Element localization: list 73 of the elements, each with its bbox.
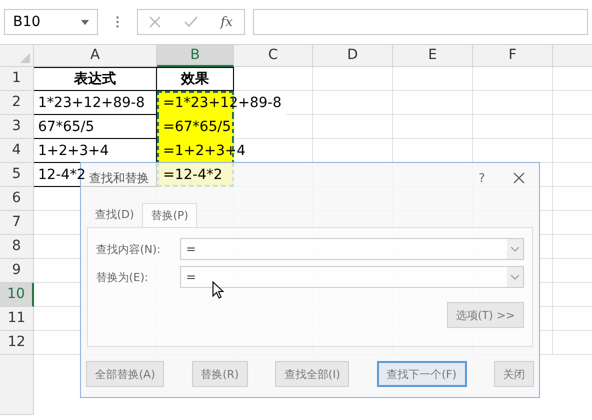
column-header[interactable]: A (34, 45, 157, 67)
dialog-tab[interactable]: 替换(P) (142, 203, 198, 227)
cell-text: 12-4*2 (38, 166, 86, 184)
more-options-icon[interactable] (116, 16, 119, 28)
table-cell[interactable]: =67*65/5 (157, 115, 235, 139)
table-cell[interactable] (393, 115, 473, 139)
row-header[interactable]: 5 (0, 163, 34, 187)
table-cell[interactable] (393, 67, 473, 91)
cell-text: 表达式 (74, 70, 116, 89)
name-box[interactable]: B10 (4, 9, 98, 35)
cell-text: 1+2+3+4 (38, 142, 109, 160)
cell-text: 1*23+12+89-8 (38, 94, 145, 112)
dialog-button[interactable]: 查找全部(I) (275, 361, 350, 387)
cell-text: =67*65/5 (163, 118, 231, 137)
column-header[interactable]: D (313, 45, 393, 67)
row-header[interactable]: 4 (0, 139, 34, 163)
dialog-button[interactable]: 替换(R) (192, 361, 248, 387)
table-cell[interactable] (286, 91, 313, 115)
input-field[interactable]: = (180, 238, 524, 260)
column-header[interactable]: E (393, 45, 473, 67)
cell-text: =12-4*2 (163, 166, 222, 185)
formula-input[interactable] (253, 9, 588, 35)
dropdown-caret-icon (81, 20, 89, 24)
row-header[interactable]: 10 (0, 283, 34, 307)
dialog-title: 查找和替换 (89, 170, 149, 186)
chevron-down-icon (511, 246, 519, 252)
row-header[interactable]: 12 (0, 331, 34, 355)
help-button[interactable]: ? (478, 171, 485, 185)
chevron-down-icon (511, 274, 519, 280)
input-field[interactable]: = (180, 266, 524, 288)
table-cell[interactable] (313, 91, 393, 115)
row-header[interactable]: 6 (0, 187, 34, 211)
table-cell[interactable] (234, 67, 313, 91)
triangle-icon (20, 53, 30, 63)
dialog-tab[interactable]: 查找(D) (87, 203, 142, 227)
select-all-corner[interactable] (0, 45, 34, 67)
checkmark-icon[interactable] (184, 16, 198, 28)
table-cell[interactable]: 效果 (157, 67, 234, 91)
dialog-button[interactable]: 全部替换(A) (86, 361, 164, 387)
row-header[interactable]: 2 (0, 91, 34, 115)
table-cell[interactable] (313, 67, 393, 91)
column-header[interactable]: C (234, 45, 313, 67)
table-cell[interactable]: 表达式 (34, 67, 157, 91)
row-header[interactable]: 11 (0, 307, 34, 331)
row-header[interactable]: 3 (0, 115, 34, 139)
row-header[interactable] (0, 355, 34, 415)
field-label: 查找内容(N): (96, 242, 162, 256)
close-icon[interactable] (513, 172, 525, 184)
table-cell[interactable]: 1*23+12+89-8 (34, 91, 157, 115)
table-cell[interactable]: 67*65/5 (34, 115, 157, 139)
table-cell[interactable] (393, 91, 473, 115)
table-cell[interactable] (473, 115, 553, 139)
options-button[interactable]: 选项(T) >> (446, 302, 524, 328)
row-header[interactable]: 8 (0, 235, 34, 259)
table-cell[interactable] (473, 67, 553, 91)
cell-text: 67*65/5 (38, 118, 94, 136)
table-cell[interactable] (234, 115, 313, 139)
mouse-cursor-icon (212, 281, 224, 299)
insert-function-button[interactable]: fx (220, 14, 233, 30)
field-label: 替换为(E): (96, 270, 150, 284)
dialog-button[interactable]: 查找下一个(F) (376, 361, 466, 387)
column-header[interactable]: B (157, 45, 234, 67)
row-header[interactable]: 7 (0, 211, 34, 235)
row-header[interactable]: 1 (0, 67, 34, 91)
cancel-icon[interactable] (149, 16, 162, 28)
dialog-button[interactable]: 关闭 (494, 361, 534, 387)
table-cell[interactable] (313, 115, 393, 139)
row-header[interactable]: 9 (0, 259, 34, 283)
dropdown-button[interactable] (507, 267, 523, 287)
cell-text: 效果 (181, 70, 209, 89)
dropdown-button[interactable] (507, 239, 523, 259)
column-header[interactable]: F (473, 45, 553, 67)
table-cell[interactable] (473, 91, 553, 115)
